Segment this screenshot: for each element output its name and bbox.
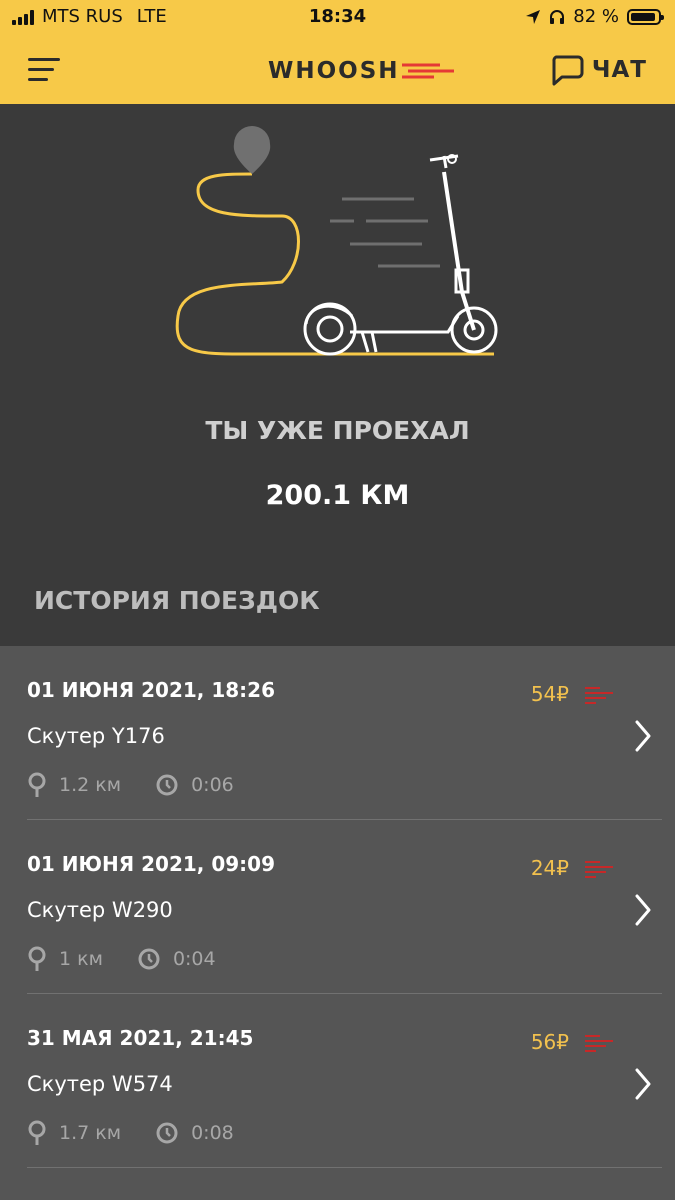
trip-meta: 1.2 км 0:06 [27, 772, 268, 798]
clock-icon [156, 774, 178, 796]
trip-meta: 1 км 0:04 [27, 946, 250, 972]
history-title: ИСТОРИЯ ПОЕЗДОК [34, 586, 320, 615]
logo-speed-lines-icon [401, 63, 454, 79]
headphones-icon [550, 9, 565, 24]
trip-date: 01 ИЮНЯ 2021, 09:09 [27, 852, 275, 876]
trip-scooter-name: Скутер W290 [27, 898, 173, 922]
trip-history-list: 01 ИЮНЯ 2021, 18:26 Скутер Y176 54₽ 1.2 … [0, 646, 675, 1168]
total-distance: 200.1 КМ [265, 480, 410, 511]
chat-label: ЧАТ [591, 57, 647, 83]
trip-duration: 0:08 [155, 1121, 234, 1145]
pin-icon [28, 772, 46, 797]
chevron-right-icon[interactable] [632, 1066, 654, 1102]
trip-price: 56₽ [530, 1030, 569, 1054]
trip-duration: 0:06 [155, 773, 234, 797]
logo-text: WHOOSH [268, 58, 400, 84]
scooter-route-illustration [175, 126, 498, 356]
trip-distance: 1.2 км [27, 772, 121, 798]
whoosh-logo: WHOOSH [268, 54, 456, 88]
chevron-right-icon[interactable] [632, 892, 654, 928]
nav-bar: WHOOSH ЧАТ [0, 40, 675, 104]
distance-title: ТЫ УЖЕ ПРОЕХАЛ [205, 416, 470, 445]
battery-icon [627, 8, 664, 25]
menu-button[interactable] [28, 56, 64, 86]
trip-price: 24₽ [530, 856, 569, 880]
clock-icon [156, 1122, 178, 1144]
trip-row[interactable]: 31 МАЯ 2021, 21:45 Скутер W574 56₽ 1.7 к… [0, 994, 675, 1168]
trip-distance: 1.7 км [27, 1120, 121, 1146]
speed-lines-icon [585, 687, 613, 704]
status-bar: MTS RUS LTE 18:34 82 % [0, 0, 675, 34]
trip-duration: 0:04 [137, 947, 216, 971]
speed-lines-icon [585, 861, 613, 878]
trip-row[interactable]: 01 ИЮНЯ 2021, 18:26 Скутер Y176 54₽ 1.2 … [0, 646, 675, 820]
trip-price: 54₽ [530, 682, 569, 706]
divider [27, 1167, 662, 1168]
status-right: 82 % [525, 6, 664, 27]
trip-duration-value: 0:04 [172, 948, 216, 970]
chat-button[interactable]: ЧАТ [550, 54, 647, 86]
trip-row[interactable]: 01 ИЮНЯ 2021, 09:09 Скутер W290 24₽ 1 км… [0, 820, 675, 994]
trip-distance-value: 1.2 км [59, 774, 122, 796]
trip-date: 31 МАЯ 2021, 21:45 [27, 1026, 254, 1050]
speed-lines-icon [585, 1035, 613, 1052]
trip-meta: 1.7 км 0:08 [27, 1120, 268, 1146]
trip-duration-value: 0:08 [191, 1122, 234, 1144]
trip-scooter-name: Скутер W574 [27, 1072, 173, 1096]
clock-icon [138, 948, 160, 970]
battery-percent: 82 % [573, 6, 619, 27]
pin-icon [28, 1120, 46, 1145]
trip-date: 01 ИЮНЯ 2021, 18:26 [27, 678, 275, 702]
app-header: MTS RUS LTE 18:34 82 % WHOOSH ЧАТ [0, 0, 675, 104]
distance-summary: ТЫ УЖЕ ПРОЕХАЛ 200.1 КМ ИСТОРИЯ ПОЕЗДОК [0, 104, 675, 646]
chevron-right-icon[interactable] [632, 718, 654, 754]
trip-distance-value: 1.7 км [59, 1122, 122, 1144]
trip-distance-value: 1 км [59, 948, 103, 970]
trip-duration-value: 0:06 [191, 774, 234, 796]
pin-icon [28, 946, 46, 971]
trip-scooter-name: Скутер Y176 [27, 724, 165, 748]
location-arrow-icon [526, 9, 541, 24]
chat-bubble-icon [552, 55, 584, 86]
trip-distance: 1 км [27, 946, 103, 972]
